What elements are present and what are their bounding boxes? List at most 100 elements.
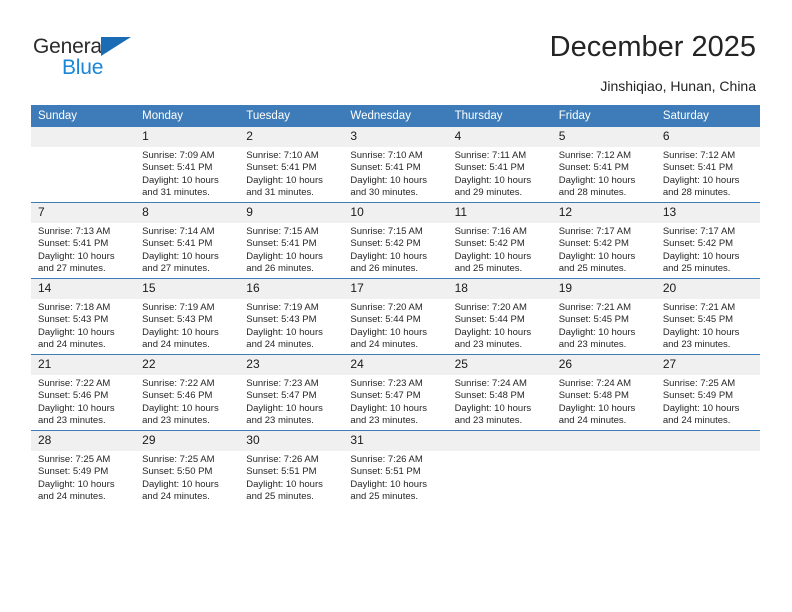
day-number: 3 (343, 127, 448, 147)
calendar-week-row: 21 Sunrise: 7:22 AM Sunset: 5:46 PM Dayligh… (31, 354, 760, 431)
calendar-day-cell[interactable]: 19 Sunrise: 7:21 AM Sunset: 5:45 PM Dayligh… (551, 278, 656, 355)
daylight-text: Daylight: 10 hours and 24 minutes. (662, 402, 740, 427)
sunrise-text: Sunrise: 7:13 AM (38, 226, 111, 237)
sunset-text: Sunset: 5:42 PM (350, 238, 421, 250)
sunrise-text: Sunrise: 7:16 AM (454, 226, 527, 237)
sunset-text: Sunset: 5:41 PM (246, 238, 317, 250)
daylight-text: Daylight: 10 hours and 23 minutes. (662, 326, 740, 351)
sunrise-text: Sunrise: 7:15 AM (350, 226, 423, 237)
sunset-text: Sunset: 5:46 PM (38, 390, 109, 402)
weekday-header-sunday: Sunday (31, 105, 136, 127)
sunset-text: Sunset: 5:41 PM (350, 162, 421, 174)
calendar-day-cell[interactable]: 6 Sunrise: 7:12 AM Sunset: 5:41 PM Daylight… (655, 127, 760, 203)
page-title: December 2025 (549, 31, 756, 63)
sunrise-text: Sunrise: 7:19 AM (246, 302, 319, 313)
page-subtitle: Jinshiqiao, Hunan, China (600, 78, 756, 94)
day-number: 30 (239, 431, 344, 451)
sunrise-text: Sunrise: 7:21 AM (558, 302, 632, 313)
sunrise-text: Sunrise: 7:18 AM (38, 302, 111, 313)
calendar-day-cell[interactable]: 11 Sunrise: 7:16 AM Sunset: 5:42 PM Dayligh… (447, 202, 552, 279)
daylight-text: Daylight: 10 hours and 23 minutes. (454, 402, 532, 427)
day-number: 25 (447, 355, 552, 375)
sunrise-text: Sunrise: 7:12 AM (662, 150, 736, 161)
day-number: 28 (31, 431, 136, 451)
calendar-day-cell[interactable]: 21 Sunrise: 7:22 AM Sunset: 5:46 PM Dayligh… (31, 354, 136, 431)
calendar-day-cell[interactable]: 12 Sunrise: 7:17 AM Sunset: 5:42 PM Dayligh… (551, 202, 656, 279)
daylight-text: Daylight: 10 hours and 27 minutes. (142, 250, 219, 275)
calendar-day-cell[interactable]: 18 Sunrise: 7:20 AM Sunset: 5:44 PM Dayligh… (447, 278, 552, 355)
calendar-week-row: 14 Sunrise: 7:18 AM Sunset: 5:43 PM Dayligh… (31, 278, 760, 355)
day-sun-info: Sunrise: 7:17 AM Sunset: 5:42 PM Daylight:… (552, 223, 656, 276)
calendar-day-cell[interactable]: 27 Sunrise: 7:25 AM Sunset: 5:49 PM Dayligh… (655, 354, 760, 431)
day-number: 2 (239, 127, 344, 147)
calendar-day-cell[interactable]: 9 Sunrise: 7:15 AM Sunset: 5:41 PM Daylight… (239, 202, 344, 279)
day-sun-info: Sunrise: 7:23 AM Sunset: 5:47 PM Daylight:… (343, 375, 447, 428)
day-sun-info: Sunrise: 7:16 AM Sunset: 5:42 PM Daylight:… (448, 223, 552, 276)
day-number: 26 (551, 355, 656, 375)
triangle-icon (101, 37, 131, 56)
daylight-text: Daylight: 10 hours and 23 minutes. (38, 402, 115, 427)
calendar-day-cell[interactable]: 3 Sunrise: 7:10 AM Sunset: 5:41 PM Daylight… (343, 127, 448, 203)
calendar-day-cell[interactable]: 30 Sunrise: 7:26 AM Sunset: 5:51 PM Dayligh… (239, 430, 344, 506)
calendar-day-cell[interactable]: 14 Sunrise: 7:18 AM Sunset: 5:43 PM Dayligh… (31, 278, 136, 355)
sunrise-text: Sunrise: 7:21 AM (662, 302, 736, 313)
day-number: 21 (31, 355, 136, 375)
day-sun-info: Sunrise: 7:24 AM Sunset: 5:48 PM Daylight:… (552, 375, 656, 428)
calendar-body: 1 Sunrise: 7:09 AM Sunset: 5:41 PM Daylight… (31, 127, 760, 506)
daylight-text: Daylight: 10 hours and 24 minutes. (142, 326, 219, 351)
calendar-day-cell[interactable]: 13 Sunrise: 7:17 AM Sunset: 5:42 PM Dayligh… (655, 202, 760, 279)
calendar-day-cell[interactable]: 22 Sunrise: 7:22 AM Sunset: 5:46 PM Dayligh… (135, 354, 240, 431)
calendar-cell-empty (447, 430, 552, 506)
day-sun-info: Sunrise: 7:22 AM Sunset: 5:46 PM Daylight:… (31, 375, 135, 428)
calendar-day-cell[interactable]: 8 Sunrise: 7:14 AM Sunset: 5:41 PM Daylight… (135, 202, 240, 279)
daylight-text: Daylight: 10 hours and 23 minutes. (350, 402, 427, 427)
daylight-text: Daylight: 10 hours and 24 minutes. (246, 326, 323, 351)
calendar-day-cell[interactable]: 20 Sunrise: 7:21 AM Sunset: 5:45 PM Dayligh… (655, 278, 760, 355)
calendar-day-cell[interactable]: 29 Sunrise: 7:25 AM Sunset: 5:50 PM Dayligh… (135, 430, 240, 506)
calendar-day-cell[interactable]: 1 Sunrise: 7:09 AM Sunset: 5:41 PM Daylight… (135, 127, 240, 203)
weekday-header-saturday: Saturday (655, 105, 760, 127)
day-sun-info: Sunrise: 7:25 AM Sunset: 5:49 PM Daylight:… (656, 375, 760, 428)
calendar-day-cell[interactable]: 7 Sunrise: 7:13 AM Sunset: 5:41 PM Daylight… (31, 202, 136, 279)
day-number: 27 (655, 355, 760, 375)
calendar-day-cell[interactable]: 2 Sunrise: 7:10 AM Sunset: 5:41 PM Daylight… (239, 127, 344, 203)
calendar-day-cell[interactable]: 5 Sunrise: 7:12 AM Sunset: 5:41 PM Daylight… (551, 127, 656, 203)
sunset-text: Sunset: 5:48 PM (454, 390, 525, 402)
sunset-text: Sunset: 5:51 PM (246, 466, 317, 478)
day-sun-info: Sunrise: 7:26 AM Sunset: 5:51 PM Daylight:… (239, 451, 343, 504)
daylight-text: Daylight: 10 hours and 25 minutes. (558, 250, 636, 275)
weekday-header-monday: Monday (135, 105, 240, 127)
calendar-day-cell[interactable]: 17 Sunrise: 7:20 AM Sunset: 5:44 PM Dayligh… (343, 278, 448, 355)
sunset-text: Sunset: 5:47 PM (246, 390, 317, 402)
sunset-text: Sunset: 5:41 PM (558, 162, 629, 174)
sunrise-text: Sunrise: 7:24 AM (454, 378, 527, 389)
daylight-text: Daylight: 10 hours and 25 minutes. (350, 478, 427, 503)
calendar-day-cell[interactable]: 4 Sunrise: 7:11 AM Sunset: 5:41 PM Daylight… (447, 127, 552, 203)
day-sun-info: Sunrise: 7:26 AM Sunset: 5:51 PM Daylight:… (343, 451, 447, 504)
calendar-day-cell[interactable]: 31 Sunrise: 7:26 AM Sunset: 5:51 PM Dayligh… (343, 430, 448, 506)
sunset-text: Sunset: 5:41 PM (38, 238, 109, 250)
calendar-day-cell[interactable]: 10 Sunrise: 7:15 AM Sunset: 5:42 PM Dayligh… (343, 202, 448, 279)
weekday-header-friday: Friday (551, 105, 656, 127)
daylight-text: Daylight: 10 hours and 24 minutes. (38, 326, 115, 351)
daylight-text: Daylight: 10 hours and 31 minutes. (142, 174, 219, 199)
calendar-day-cell[interactable]: 28 Sunrise: 7:25 AM Sunset: 5:49 PM Dayligh… (31, 430, 136, 506)
sunset-text: Sunset: 5:49 PM (38, 466, 109, 478)
calendar-day-cell[interactable]: 16 Sunrise: 7:19 AM Sunset: 5:43 PM Dayligh… (239, 278, 344, 355)
sunset-text: Sunset: 5:49 PM (662, 390, 734, 402)
day-sun-info: Sunrise: 7:10 AM Sunset: 5:41 PM Daylight:… (239, 147, 343, 200)
calendar-day-cell[interactable]: 24 Sunrise: 7:23 AM Sunset: 5:47 PM Dayligh… (343, 354, 448, 431)
calendar-page: General Blue December 2025 Jinshiqiao, H… (0, 0, 792, 612)
calendar-day-cell[interactable]: 15 Sunrise: 7:19 AM Sunset: 5:43 PM Dayligh… (135, 278, 240, 355)
daylight-text: Daylight: 10 hours and 23 minutes. (558, 326, 636, 351)
sunrise-text: Sunrise: 7:25 AM (38, 454, 111, 465)
sunset-text: Sunset: 5:41 PM (662, 162, 734, 174)
day-sun-info: Sunrise: 7:21 AM Sunset: 5:45 PM Daylight:… (552, 299, 656, 352)
brand-logo[interactable]: General Blue (33, 36, 153, 88)
weekday-header-wednesday: Wednesday (343, 105, 448, 127)
calendar-day-cell[interactable]: 23 Sunrise: 7:23 AM Sunset: 5:47 PM Dayligh… (239, 354, 344, 431)
sunrise-text: Sunrise: 7:09 AM (142, 150, 215, 161)
calendar-day-cell[interactable]: 25 Sunrise: 7:24 AM Sunset: 5:48 PM Dayligh… (447, 354, 552, 431)
calendar-day-cell[interactable]: 26 Sunrise: 7:24 AM Sunset: 5:48 PM Dayligh… (551, 354, 656, 431)
sunrise-text: Sunrise: 7:17 AM (662, 226, 736, 237)
